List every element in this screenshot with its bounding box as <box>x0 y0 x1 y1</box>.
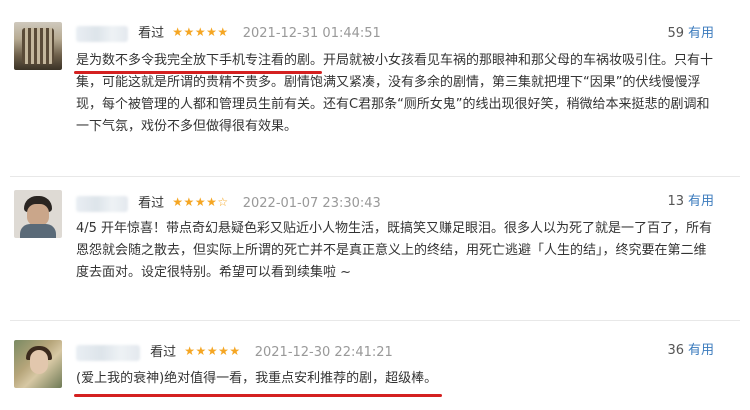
review-text: 4/5 开年惊喜！带点奇幻悬疑色彩又贴近小人物生活，既搞笑又赚足眼泪。很多人以为… <box>76 221 713 280</box>
useful-button[interactable]: 有用 <box>688 194 714 209</box>
useful-count: 36 <box>667 343 684 358</box>
divider <box>10 320 740 321</box>
review-time: 2021-12-31 01:44:51 <box>242 26 381 41</box>
useful-vote[interactable]: 13 有用 <box>667 192 714 212</box>
review-meta: 看过 ★★★★☆ 2022-01-07 23:30:43 <box>76 192 381 212</box>
username-blurred[interactable] <box>76 25 128 42</box>
highlighted-sentence: 是为数不多令我完全放下手机专注看的剧。 <box>76 53 324 68</box>
watched-label: 看过 <box>150 345 177 360</box>
avatar[interactable] <box>14 190 62 238</box>
username-blurred[interactable] <box>76 344 140 361</box>
useful-vote[interactable]: 59 有用 <box>667 24 714 44</box>
avatar[interactable] <box>14 22 62 70</box>
review-time: 2022-01-07 23:30:43 <box>242 196 381 211</box>
watched-label: 看过 <box>138 26 165 41</box>
rating-stars: ★★★★★ <box>172 25 229 39</box>
review-content: 是为数不多令我完全放下手机专注看的剧。开局就被小女孩看见车祸的那眼神和那父母的车… <box>76 50 716 138</box>
review-meta: 看过 ★★★★★ 2021-12-31 01:44:51 <box>76 22 381 42</box>
useful-count: 59 <box>667 26 684 41</box>
review-meta: 看过 ★★★★★ 2021-12-30 22:41:21 <box>76 341 393 361</box>
useful-vote[interactable]: 36 有用 <box>667 341 714 361</box>
review-time: 2021-12-30 22:41:21 <box>254 345 393 360</box>
useful-button[interactable]: 有用 <box>688 26 714 41</box>
watched-label: 看过 <box>138 196 165 211</box>
divider <box>10 176 740 177</box>
useful-button[interactable]: 有用 <box>688 343 714 358</box>
highlight-underline <box>74 394 442 397</box>
avatar[interactable] <box>14 340 62 388</box>
username-blurred[interactable] <box>76 195 128 212</box>
review-content: 4/5 开年惊喜！带点奇幻悬疑色彩又贴近小人物生活，既搞笑又赚足眼泪。很多人以为… <box>76 218 716 284</box>
useful-count: 13 <box>667 194 684 209</box>
review-content: (爱上我的衰神)绝对值得一看，我重点安利推荐的剧，超级棒。 <box>76 368 716 390</box>
highlight-underline <box>74 71 322 74</box>
rating-stars: ★★★★☆ <box>172 195 229 209</box>
review-text: (爱上我的衰神)绝对值得一看，我重点安利推荐的剧，超级棒。 <box>76 371 438 386</box>
rating-stars: ★★★★★ <box>184 344 241 358</box>
